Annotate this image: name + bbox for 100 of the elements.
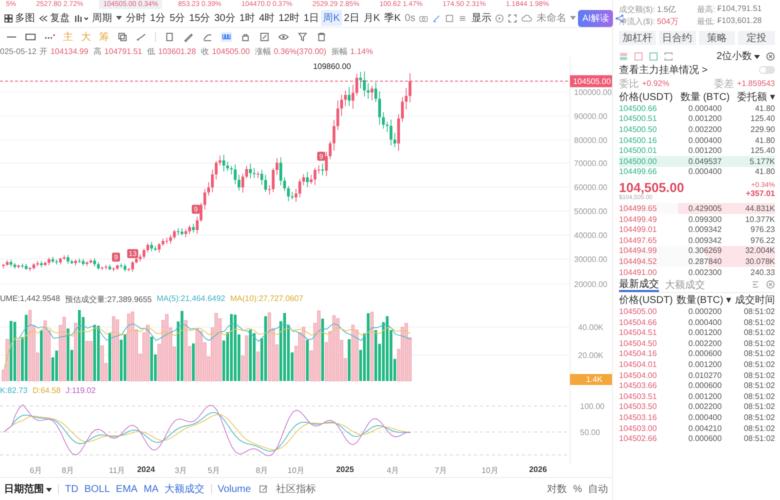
scale-option-button[interactable]: 对数 (547, 482, 568, 496)
volume-tag: 1.4K (570, 374, 612, 385)
trade-quantity: 0.000200 (687, 307, 723, 316)
bid-price: 104494.99 (619, 246, 658, 256)
ask-price: 104500.66 (619, 104, 658, 113)
trade-quantity: 0.000400 (687, 318, 723, 327)
trade-time: 08:51:02 (742, 402, 775, 412)
ask-amount: 41.80 (754, 136, 775, 145)
time-axis-label: 5月 (208, 465, 220, 476)
indicator-button[interactable]: TD (65, 484, 78, 494)
trade-quantity: 0.000600 (687, 349, 723, 358)
trade-price: 104504.01 (619, 360, 658, 370)
multi-chart-button[interactable]: 多图 (2, 10, 37, 26)
ask-quantity: 0.002200 (687, 124, 723, 134)
trade-time: 08:51:02 (742, 381, 775, 390)
trade-price: 104504.50 (619, 338, 658, 348)
ask-quantity: 0.000400 (687, 136, 723, 145)
bid-price: 104499.49 (619, 214, 658, 224)
bid-price: 104494.52 (619, 256, 658, 266)
kdj-legend-text: K:82.73 (0, 386, 28, 395)
stat-value: ₣104,791.51 (717, 4, 762, 15)
bid-quantity: 0.002300 (687, 268, 723, 277)
community-indicator-button[interactable]: 社区指标 (276, 482, 316, 496)
scale-option-button[interactable]: 自动 (588, 482, 608, 496)
column-header: 数量 (BTC) (680, 90, 730, 104)
price-axis-label: 40000.00 (574, 231, 608, 240)
ask-amount: 41.80 (754, 104, 775, 113)
interval-tab[interactable]: 1日 (302, 10, 322, 26)
trade-quantity: 0.004210 (687, 424, 723, 433)
trade-quantity: 0.000400 (687, 413, 723, 422)
indicator-button[interactable]: EMA (116, 484, 138, 494)
bid-quantity: 0.429005 (687, 204, 723, 213)
date-range-dropdown[interactable]: 日期范围 (4, 482, 52, 496)
indicator-button[interactable]: BOLL (84, 484, 110, 494)
stat-value: 504万 (657, 16, 678, 27)
scale-option-button[interactable]: % (573, 484, 582, 494)
ask-price: 104499.66 (619, 167, 658, 176)
trade-time: 08:51:02 (742, 338, 775, 348)
action-button[interactable]: 日合约 (658, 31, 696, 45)
ask-row[interactable]: 104499.66 0.000400 41.80 (619, 166, 775, 178)
layout-dropdown[interactable]: 未命名 (519, 10, 578, 26)
bid-price: 104499.01 (619, 225, 658, 234)
interval-tab[interactable]: 分时 (124, 10, 148, 26)
interval-tab[interactable]: 2日 (342, 10, 362, 26)
action-button[interactable]: 策略 (698, 31, 736, 45)
interval-tab[interactable]: 周K (321, 10, 342, 26)
interval-tab[interactable]: 1时 (237, 10, 257, 26)
trade-quantity: 0.001200 (687, 360, 723, 370)
difference-label: 委差 (714, 78, 734, 90)
ask-amount: 125.40 (750, 114, 775, 124)
trades-tab[interactable]: 最新成交 (619, 277, 659, 292)
interval-tab[interactable]: 15分 (187, 10, 212, 26)
ask-amount: 5.177K (748, 156, 775, 166)
display-button[interactable]: 显示 (469, 10, 494, 26)
price-axis-label: 30000.00 (574, 255, 608, 264)
ohlc-label: 开 (39, 46, 48, 56)
ask-row[interactable]: 104500.00 0.049537 5.177K (619, 156, 775, 167)
interval-tab[interactable]: 4时 (256, 10, 276, 26)
ask-price: 104500.16 (619, 136, 658, 145)
trade-price: 104503.16 (619, 413, 658, 422)
ohlc-label: 振幅 (331, 46, 348, 56)
candle-date: 025-05-12 (0, 46, 36, 56)
stat-value: ₣103,601.28 (717, 16, 762, 27)
trade-time: 08:51:02 (742, 434, 775, 444)
kdj-legend-text: D:64.58 (32, 386, 61, 395)
interval-tab[interactable]: 月K (361, 10, 382, 26)
price-axis-label: 20000.00 (574, 280, 608, 289)
volume-button[interactable]: Volume (218, 484, 251, 494)
ai-button[interactable]: AI解读 (578, 10, 613, 26)
precision-dropdown[interactable]: 2位小数 (716, 49, 760, 63)
indicator-button[interactable]: 大额成交 (164, 482, 205, 496)
interval-tab[interactable]: 1分 (148, 10, 168, 26)
interval-tab[interactable]: 季K (382, 10, 403, 26)
ask-price: 104500.51 (619, 114, 658, 124)
time-axis-label: 8月 (62, 465, 74, 476)
action-button[interactable]: 定投 (738, 31, 775, 45)
trade-quantity: 0.010270 (687, 370, 723, 380)
time-axis-label: 6月 (30, 465, 42, 476)
main-orders-link[interactable]: 查看主力挂单情况 > (619, 63, 708, 77)
ask-row[interactable]: 104500.01 0.001200 125.40 (619, 145, 775, 156)
last-price: 104,505.00 (619, 180, 684, 195)
ask-row[interactable]: 104500.51 0.001200 125.40 (619, 114, 775, 124)
interval-tab[interactable]: 5分 (168, 10, 188, 26)
interval-tab[interactable]: 12时 (276, 10, 302, 26)
ratio-label: 委比 (619, 78, 639, 90)
replay-button[interactable]: 复盘 (37, 10, 72, 26)
indicator-button[interactable]: MA (144, 484, 159, 494)
stat-label: 最高: (697, 4, 716, 15)
high-price-label: 109860.00 (313, 62, 351, 71)
bid-quantity: 0.306269 (687, 246, 723, 256)
price-axis-label: 80000.00 (574, 136, 608, 145)
ohlc-label: 收 (200, 46, 209, 56)
ask-row[interactable]: 104500.66 0.000400 41.80 (619, 103, 775, 114)
refresh-interval-button[interactable]: 0s (402, 12, 418, 24)
interval-tab[interactable]: 30分 (212, 10, 238, 26)
ask-row[interactable]: 104500.50 0.002200 229.90 (619, 124, 775, 135)
period-dropdown[interactable]: 周期 (90, 10, 124, 26)
action-button[interactable]: 加杠杆 (619, 31, 656, 45)
ask-row[interactable]: 104500.16 0.000400 41.80 (619, 134, 775, 146)
ohlc-label: 高 (93, 46, 102, 56)
